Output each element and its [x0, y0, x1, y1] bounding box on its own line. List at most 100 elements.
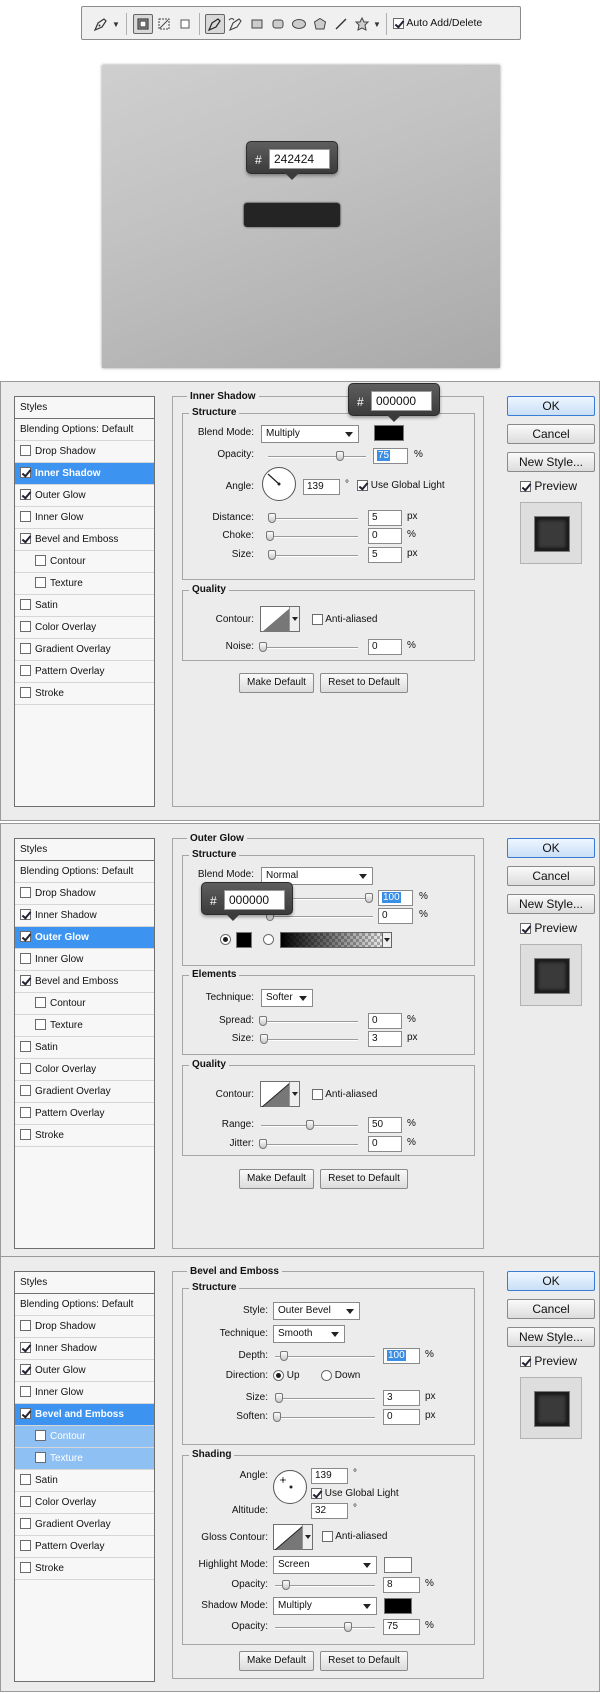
direction-up-radio[interactable]: Up [273, 1369, 300, 1383]
size-slider[interactable] [275, 1393, 375, 1403]
depth-input[interactable]: 100 [383, 1348, 420, 1364]
style-inner-shadow[interactable]: Inner Shadow [15, 1338, 154, 1360]
styles-header[interactable]: Styles [15, 1272, 154, 1294]
styles-header[interactable]: Styles [15, 839, 154, 861]
style-gradient-overlay[interactable]: Gradient Overlay [15, 1514, 154, 1536]
shadow-color-swatch[interactable] [374, 425, 404, 441]
blending-options[interactable]: Blending Options: Default [15, 861, 154, 883]
style-outer-glow[interactable]: Outer Glow [15, 1360, 154, 1382]
highlight-mode-select[interactable]: Screen [273, 1556, 377, 1574]
style-drop-shadow[interactable]: Drop Shadow [15, 1316, 154, 1338]
style-pattern-overlay[interactable]: Pattern Overlay [15, 1536, 154, 1558]
make-default-button[interactable]: Make Default [239, 1169, 314, 1189]
contour-picker[interactable] [260, 606, 300, 632]
ok-button[interactable]: OK [507, 838, 595, 858]
blending-options[interactable]: Blending Options: Default [15, 1294, 154, 1316]
cancel-button[interactable]: Cancel [507, 424, 595, 444]
soften-input[interactable]: 0 [383, 1409, 420, 1425]
range-input[interactable]: 50 [368, 1117, 402, 1133]
choke-slider[interactable] [266, 531, 358, 541]
anti-aliased-checkbox[interactable]: Anti-aliased [322, 1530, 388, 1544]
make-default-button[interactable]: Make Default [239, 673, 314, 693]
shadow-mode-select[interactable]: Multiply [273, 1597, 377, 1615]
distance-input[interactable]: 5 [368, 510, 402, 526]
styles-header[interactable]: Styles [15, 397, 154, 419]
new-style-button[interactable]: New Style... [507, 894, 595, 914]
style-texture[interactable]: Texture [15, 1448, 154, 1470]
reset-to-default-button[interactable]: Reset to Default [320, 1169, 408, 1189]
altitude-input[interactable]: 32 [311, 1503, 348, 1519]
style-texture[interactable]: Texture [15, 573, 154, 595]
cancel-button[interactable]: Cancel [507, 866, 595, 886]
direction-down-radio[interactable]: Down [321, 1369, 360, 1383]
blend-mode-select[interactable]: Multiply [261, 425, 359, 443]
preview-checkbox[interactable]: Preview [520, 1354, 577, 1368]
shadow-opacity-input[interactable]: 75 [383, 1619, 420, 1635]
style-stroke[interactable]: Stroke [15, 683, 154, 705]
angle-dial[interactable] [262, 467, 296, 501]
reset-to-default-button[interactable]: Reset to Default [320, 673, 408, 693]
auto-add-delete-checkbox[interactable]: Auto Add/Delete [393, 17, 482, 30]
style-outer-glow[interactable]: Outer Glow [15, 927, 154, 949]
gradient-picker[interactable] [280, 932, 392, 948]
style-pattern-overlay[interactable]: Pattern Overlay [15, 661, 154, 683]
style-drop-shadow[interactable]: Drop Shadow [15, 883, 154, 905]
shadow-opacity-slider[interactable] [275, 1622, 375, 1632]
noise-input[interactable]: 0 [378, 908, 413, 924]
style-contour[interactable]: Contour [15, 551, 154, 573]
new-style-button[interactable]: New Style... [507, 1327, 595, 1347]
checkbox[interactable] [393, 17, 404, 29]
dropdown-arrow-icon[interactable]: ▼ [372, 14, 382, 34]
highlight-opacity-slider[interactable] [275, 1580, 375, 1590]
style-gradient-overlay[interactable]: Gradient Overlay [15, 639, 154, 661]
ok-button[interactable]: OK [507, 1271, 595, 1291]
make-default-button[interactable]: Make Default [239, 1651, 314, 1671]
technique-select[interactable]: Smooth [273, 1325, 345, 1343]
size-slider[interactable] [260, 1034, 358, 1044]
freeform-pen-icon[interactable] [226, 14, 246, 34]
dropdown-arrow-icon[interactable]: ▼ [111, 14, 121, 34]
technique-select[interactable]: Softer [261, 989, 313, 1007]
jitter-input[interactable]: 0 [368, 1136, 402, 1152]
style-texture[interactable]: Texture [15, 1015, 154, 1037]
anti-aliased-checkbox[interactable]: Anti-aliased [312, 613, 378, 627]
contour-picker[interactable] [260, 1081, 300, 1107]
spread-slider[interactable] [259, 1016, 358, 1026]
noise-slider[interactable] [259, 642, 358, 652]
size-input[interactable]: 5 [368, 547, 402, 563]
use-global-light[interactable]: Use Global Light [311, 1487, 399, 1501]
polygon-icon[interactable] [310, 14, 330, 34]
style-color-overlay[interactable]: Color Overlay [15, 1492, 154, 1514]
style-pattern-overlay[interactable]: Pattern Overlay [15, 1103, 154, 1125]
style-inner-glow[interactable]: Inner Glow [15, 949, 154, 971]
soften-slider[interactable] [273, 1412, 375, 1422]
shape-layers-icon[interactable] [133, 14, 153, 34]
solid-color-radio[interactable] [220, 934, 231, 945]
style-color-overlay[interactable]: Color Overlay [15, 1059, 154, 1081]
style-contour[interactable]: Contour [15, 993, 154, 1015]
size-slider[interactable] [268, 550, 358, 560]
anti-aliased-checkbox[interactable]: Anti-aliased [312, 1088, 378, 1102]
rectangle-icon[interactable] [247, 14, 267, 34]
style-bevel-emboss[interactable]: Bevel and Emboss [15, 971, 154, 993]
jitter-slider[interactable] [259, 1139, 358, 1149]
range-slider[interactable] [261, 1120, 358, 1130]
style-inner-glow[interactable]: Inner Glow [15, 507, 154, 529]
line-icon[interactable] [331, 14, 351, 34]
style-bevel-emboss[interactable]: Bevel and Emboss [15, 529, 154, 551]
glow-color-swatch[interactable] [236, 932, 252, 948]
style-contour[interactable]: Contour [15, 1426, 154, 1448]
gloss-contour-picker[interactable] [273, 1524, 313, 1550]
gradient-dropdown[interactable] [382, 932, 392, 948]
angle-input[interactable]: 139 [303, 479, 340, 495]
preview-checkbox[interactable]: Preview [520, 479, 577, 493]
style-satin[interactable]: Satin [15, 595, 154, 617]
new-style-button[interactable]: New Style... [507, 452, 595, 472]
highlight-color-swatch[interactable] [384, 1557, 412, 1573]
angle-input[interactable]: 139 [311, 1468, 348, 1484]
opacity-input[interactable]: 75 [373, 448, 408, 464]
ellipse-icon[interactable] [289, 14, 309, 34]
pen-tool-icon[interactable] [91, 14, 111, 34]
style-satin[interactable]: Satin [15, 1470, 154, 1492]
angle-altitude-dial[interactable] [273, 1470, 307, 1504]
